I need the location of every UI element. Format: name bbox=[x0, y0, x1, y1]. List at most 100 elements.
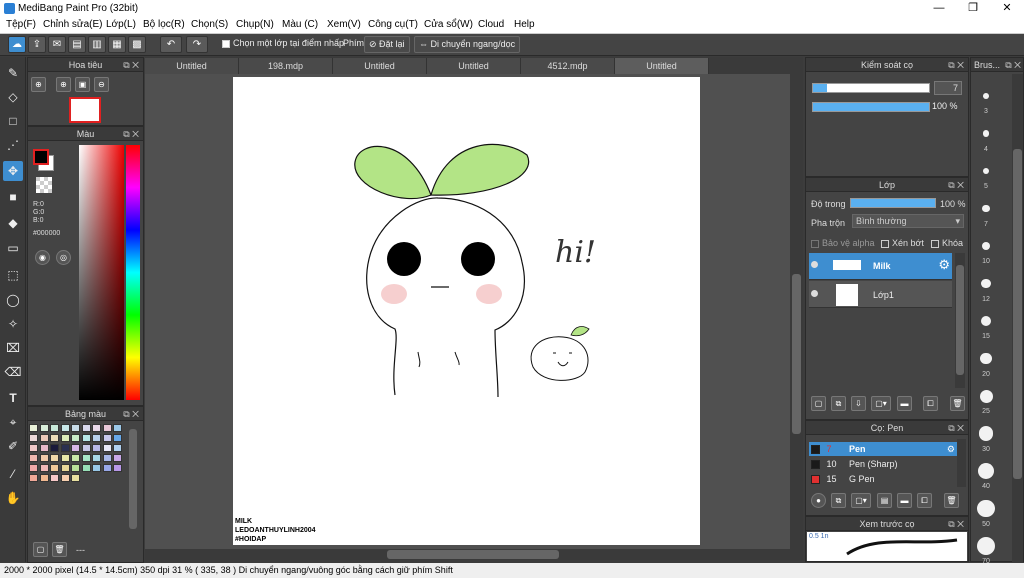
menu-view[interactable]: Xem(V) bbox=[327, 19, 361, 30]
palette-swatch[interactable] bbox=[113, 434, 122, 442]
brush-options-icon[interactable]: ▢▾ bbox=[851, 493, 871, 508]
palette-swatch[interactable] bbox=[50, 464, 59, 472]
color-picker-2-icon[interactable]: ◎ bbox=[56, 250, 71, 265]
grid-icon[interactable]: ▩ bbox=[128, 36, 146, 53]
layer-scrollbar[interactable] bbox=[955, 253, 965, 388]
panel-icon[interactable]: ▦ bbox=[108, 36, 126, 53]
palette-swatch[interactable] bbox=[29, 464, 38, 472]
menu-window[interactable]: Cửa sổ(W) bbox=[424, 19, 473, 30]
new-palette-icon[interactable]: ▢ bbox=[33, 542, 48, 557]
protect-alpha-option[interactable]: Bảo vệ alpha bbox=[811, 238, 875, 248]
copy-layer-icon[interactable]: ⧉ bbox=[831, 396, 846, 411]
tab-4512[interactable]: 4512.mdp bbox=[521, 58, 615, 74]
hue-slider[interactable] bbox=[126, 145, 140, 400]
tab-untitled-2[interactable]: Untitled bbox=[333, 58, 427, 74]
blend-mode-select[interactable]: Bình thường ▾ bbox=[852, 214, 964, 228]
select-layer-checkbox[interactable] bbox=[222, 39, 230, 48]
palette-swatch[interactable] bbox=[71, 424, 80, 432]
brush-folder-icon[interactable]: ▤ bbox=[877, 493, 892, 508]
layer-scroll-thumb[interactable] bbox=[956, 265, 964, 375]
palette-swatch[interactable] bbox=[113, 424, 122, 432]
redo-icon[interactable]: ↷ bbox=[186, 36, 208, 53]
palette-swatch[interactable] bbox=[113, 444, 122, 452]
close-button[interactable]: ✕ bbox=[990, 0, 1024, 17]
move-axis-button[interactable]: ⇔ Di chuyển ngang/dọc bbox=[414, 36, 521, 53]
palette-swatch[interactable] bbox=[71, 474, 80, 482]
palette-swatch[interactable] bbox=[81, 444, 91, 452]
menu-file[interactable]: Tệp(F) bbox=[6, 19, 36, 30]
tab-untitled-1[interactable]: Untitled bbox=[145, 58, 239, 74]
panel-controls[interactable]: ⧉ ✕ bbox=[1005, 58, 1021, 72]
horizontal-scroll-thumb[interactable] bbox=[387, 550, 559, 559]
palette-swatch[interactable] bbox=[102, 434, 112, 442]
brush-size-dot[interactable] bbox=[981, 241, 991, 251]
palette-swatch[interactable] bbox=[60, 474, 70, 482]
panel-controls[interactable]: ⧉ ✕ bbox=[948, 517, 964, 531]
select-layer-option[interactable]: Chọn một lớp tại điểm nhấp bbox=[222, 38, 344, 48]
new-layer-icon[interactable]: ▢ bbox=[811, 396, 826, 411]
undo-icon[interactable]: ↶ bbox=[160, 36, 182, 53]
brush-size-dot[interactable] bbox=[980, 352, 992, 365]
palette-swatch[interactable] bbox=[71, 454, 80, 462]
panel-controls[interactable]: ⧉ ✕ bbox=[948, 58, 964, 72]
palette-swatch[interactable] bbox=[50, 454, 59, 462]
palette-swatch[interactable] bbox=[92, 454, 101, 462]
select-eraser-icon[interactable]: ⌫ bbox=[3, 362, 23, 382]
pen-item-g-pen[interactable]: 15 G Pen bbox=[809, 472, 957, 486]
gear-icon[interactable]: ⚙ bbox=[947, 442, 955, 456]
chat-icon[interactable]: ▤ bbox=[68, 36, 86, 53]
palette-swatch[interactable] bbox=[102, 444, 112, 452]
select-pen-icon[interactable]: ⌧ bbox=[3, 338, 23, 358]
brush-size-scroll-thumb[interactable] bbox=[1013, 149, 1022, 479]
menu-select[interactable]: Chọn(S) bbox=[191, 19, 228, 30]
menu-cloud[interactable]: Cloud bbox=[478, 19, 504, 30]
primary-color-swatch[interactable] bbox=[33, 149, 49, 165]
palette-swatch[interactable] bbox=[60, 454, 70, 462]
palette-swatch[interactable] bbox=[39, 424, 49, 432]
magic-wand-icon[interactable]: ✧ bbox=[3, 314, 23, 334]
palette-swatch[interactable] bbox=[102, 424, 112, 432]
lock-option[interactable]: Khóa bbox=[931, 238, 963, 248]
select-rect-icon[interactable]: ⬚ bbox=[3, 265, 23, 285]
merge-layer-icon[interactable]: ⇩ bbox=[851, 396, 866, 411]
move-icon[interactable]: ✥ bbox=[3, 161, 23, 181]
layer-row-lop1[interactable]: Lớp1 bbox=[809, 281, 952, 308]
palette-swatch[interactable] bbox=[39, 464, 49, 472]
transparent-swatch[interactable] bbox=[36, 177, 52, 193]
canvas-horizontal-scrollbar[interactable] bbox=[145, 549, 803, 560]
palette-swatch[interactable] bbox=[50, 474, 59, 482]
gradient-icon[interactable]: ▭ bbox=[3, 238, 23, 258]
bucket-icon[interactable]: ◆ bbox=[3, 213, 23, 233]
menu-layer[interactable]: Lớp(L) bbox=[106, 19, 136, 30]
zoom-out-icon[interactable]: ⊖ bbox=[94, 77, 109, 92]
protect-alpha-checkbox[interactable] bbox=[811, 239, 819, 248]
palette-swatch[interactable] bbox=[92, 444, 101, 452]
panel-controls[interactable]: ⧉ ✕ bbox=[123, 407, 139, 421]
tab-untitled-active[interactable]: Untitled bbox=[615, 58, 709, 74]
palette-swatch[interactable] bbox=[39, 474, 49, 482]
maximize-button[interactable]: ❐ bbox=[956, 0, 990, 17]
brush-size-dot[interactable] bbox=[977, 499, 995, 518]
palette-swatch[interactable] bbox=[113, 454, 122, 462]
palette-swatch[interactable] bbox=[71, 444, 80, 452]
visibility-icon[interactable] bbox=[811, 290, 818, 297]
palette-swatch[interactable] bbox=[50, 434, 59, 442]
panel-controls[interactable]: ⧉ ✕ bbox=[123, 127, 139, 141]
menu-color[interactable]: Màu (C) bbox=[282, 19, 318, 30]
delete-layer-icon[interactable]: 🗑 bbox=[950, 396, 965, 411]
palette-swatch[interactable] bbox=[50, 444, 59, 452]
tab-untitled-3[interactable]: Untitled bbox=[427, 58, 521, 74]
delete-brush-icon[interactable]: 🗑 bbox=[944, 493, 959, 508]
layer-opacity-slider[interactable] bbox=[850, 198, 936, 208]
palette-swatch[interactable] bbox=[81, 464, 91, 472]
menu-help[interactable]: Help bbox=[514, 19, 535, 30]
navigator-thumbnail[interactable] bbox=[69, 97, 101, 123]
comment-icon[interactable]: ✉ bbox=[48, 36, 66, 53]
brush-size-slider[interactable] bbox=[812, 83, 930, 93]
document-icon[interactable]: ▥ bbox=[88, 36, 106, 53]
vertical-scroll-thumb[interactable] bbox=[792, 274, 801, 434]
brush-size-dot[interactable] bbox=[983, 93, 989, 99]
brush-duplicate-icon[interactable]: ⧠ bbox=[917, 493, 932, 508]
text-icon[interactable]: T bbox=[3, 388, 23, 408]
brush-size-dot[interactable] bbox=[982, 204, 990, 213]
